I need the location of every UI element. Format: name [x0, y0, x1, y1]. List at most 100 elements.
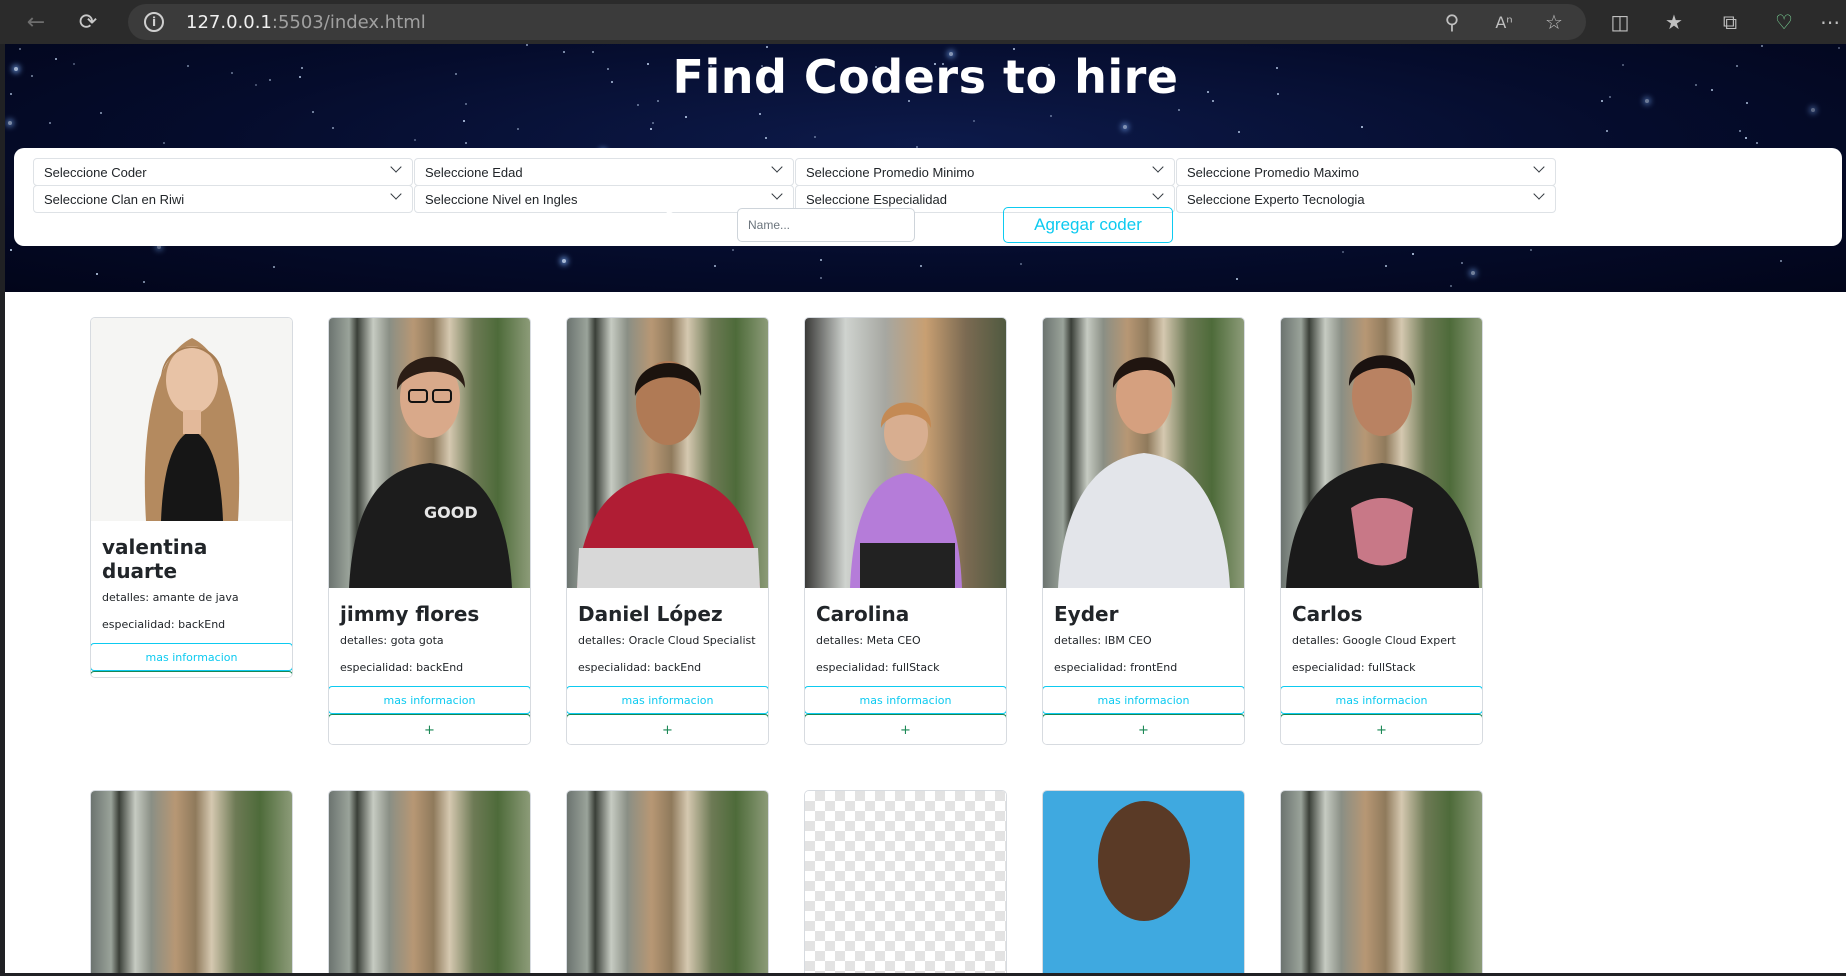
select-english-level[interactable]: Seleccione Nivel en Ingles	[414, 185, 794, 213]
coder-specialty: especialidad: backEnd	[578, 661, 702, 674]
coder-photo	[805, 791, 1006, 973]
coder-card	[804, 790, 1007, 973]
coder-photo	[805, 318, 1006, 588]
chevron-down-icon	[390, 188, 402, 200]
star	[714, 265, 716, 267]
coder-photo	[329, 791, 530, 973]
add-to-list-button[interactable]: +	[805, 714, 1006, 744]
read-aloud-icon[interactable]: Aⁿ	[1488, 6, 1520, 38]
coder-photo	[1281, 791, 1482, 973]
star	[1238, 131, 1240, 133]
coder-name: Eyder	[1054, 602, 1119, 626]
add-to-list-button[interactable]: +	[329, 714, 530, 744]
back-icon[interactable]: ←	[20, 6, 52, 38]
filters-panel: Seleccione Coder Seleccione Edad Selecci…	[14, 148, 1842, 246]
star	[1123, 125, 1127, 129]
coder-specialty: especialidad: fullStack	[816, 661, 940, 674]
chevron-down-icon	[1533, 188, 1545, 200]
star	[526, 44, 528, 46]
coder-photo	[1043, 791, 1244, 973]
add-coder-button[interactable]: Agregar coder	[1003, 207, 1173, 243]
hero-banner: Find Coders to hire Seleccione Coder Sel…	[5, 44, 1846, 292]
browser-toolbar: ← ⟳ i 127.0.0.1:5503/index.html ⚲ Aⁿ ☆ ◫…	[0, 0, 1846, 44]
star	[414, 139, 416, 141]
coder-specialty: especialidad: fullStack	[1292, 661, 1416, 674]
coder-card	[1042, 790, 1245, 973]
favorites-icon[interactable]: ★	[1658, 6, 1690, 38]
search-input[interactable]	[737, 208, 915, 242]
favorite-star-icon[interactable]: ☆	[1538, 6, 1570, 38]
star	[1020, 263, 1022, 265]
refresh-icon[interactable]: ⟳	[72, 6, 104, 38]
star	[1838, 47, 1840, 49]
star	[517, 128, 519, 130]
star	[1739, 130, 1741, 132]
address-url[interactable]: 127.0.0.1:5503/index.html	[186, 12, 426, 33]
coder-photo	[1043, 318, 1244, 588]
more-info-button[interactable]: mas informacion	[1043, 686, 1244, 714]
coder-photo: GOOD	[329, 318, 530, 588]
star	[1530, 249, 1532, 251]
add-to-list-button[interactable]: +	[567, 714, 768, 744]
coder-card: Carolina detalles: Meta CEO especialidad…	[804, 317, 1007, 745]
coder-name: valentina duarte	[102, 535, 208, 583]
select-coder[interactable]: Seleccione Coder	[33, 158, 413, 186]
address-bar[interactable]: i 127.0.0.1:5503/index.html	[128, 4, 1586, 40]
coder-card: Carlos detalles: Google Cloud Expert esp…	[1280, 317, 1483, 745]
star	[1450, 285, 1452, 287]
more-info-button[interactable]: mas informacion	[1281, 686, 1482, 714]
add-to-list-button[interactable]: +	[1043, 714, 1244, 744]
add-to-list-button[interactable]: +	[1281, 714, 1482, 744]
star	[1178, 109, 1180, 111]
coder-specialty: especialidad: backEnd	[340, 661, 464, 674]
zoom-out-icon[interactable]: ⚲	[1436, 6, 1468, 38]
star	[1236, 278, 1238, 280]
browser-essentials-icon[interactable]: ♡	[1768, 6, 1800, 38]
select-max-average[interactable]: Seleccione Promedio Maximo	[1176, 158, 1556, 186]
chevron-down-icon	[390, 161, 402, 173]
coder-card: Eyder detalles: IBM CEO especialidad: fr…	[1042, 317, 1245, 745]
svg-text:GOOD: GOOD	[424, 503, 478, 522]
select-min-average[interactable]: Seleccione Promedio Minimo	[795, 158, 1175, 186]
star	[1385, 265, 1387, 267]
coder-details: detalles: Google Cloud Expert	[1292, 634, 1456, 647]
star	[1412, 253, 1414, 255]
coder-specialty: especialidad: backEnd	[102, 618, 226, 631]
star	[1811, 108, 1815, 112]
coder-name: Carolina	[816, 602, 910, 626]
coder-card: GOOD jimmy flores detalles: gota gota es…	[328, 317, 531, 745]
star	[1342, 251, 1344, 253]
star	[163, 142, 165, 144]
more-info-button[interactable]: mas informacion	[805, 686, 1006, 714]
star	[1471, 271, 1475, 275]
chevron-down-icon	[771, 188, 783, 200]
star	[766, 46, 768, 48]
star	[1745, 137, 1747, 139]
select-clan[interactable]: Seleccione Clan en Riwi	[33, 185, 413, 213]
star	[685, 116, 687, 118]
coder-name: Carlos	[1292, 602, 1363, 626]
star	[759, 113, 761, 115]
star	[1761, 45, 1763, 47]
select-age[interactable]: Seleccione Edad	[414, 158, 794, 186]
star	[820, 259, 822, 261]
more-info-button[interactable]: mas informacion	[329, 686, 530, 714]
star	[463, 120, 465, 122]
more-info-button[interactable]: mas informacion	[91, 643, 292, 671]
split-screen-icon[interactable]: ◫	[1604, 6, 1636, 38]
collections-icon[interactable]: ⧉	[1714, 6, 1746, 38]
more-info-button[interactable]: mas informacion	[567, 686, 768, 714]
page-viewport: Find Coders to hire Seleccione Coder Sel…	[5, 44, 1846, 973]
coder-name: Daniel López	[578, 602, 723, 626]
star	[96, 273, 98, 275]
coder-details: detalles: Oracle Cloud Specialist	[578, 634, 756, 647]
add-to-list-button[interactable]: +	[91, 671, 292, 677]
star	[1756, 142, 1758, 144]
site-info-icon[interactable]: i	[144, 12, 164, 32]
select-tech-expert[interactable]: Seleccione Experto Tecnologia	[1176, 185, 1556, 213]
star	[1361, 126, 1363, 128]
more-menu-icon[interactable]: ⋯	[1814, 6, 1846, 38]
star	[1461, 262, 1463, 264]
coder-card	[566, 790, 769, 973]
coder-card	[1280, 790, 1483, 973]
